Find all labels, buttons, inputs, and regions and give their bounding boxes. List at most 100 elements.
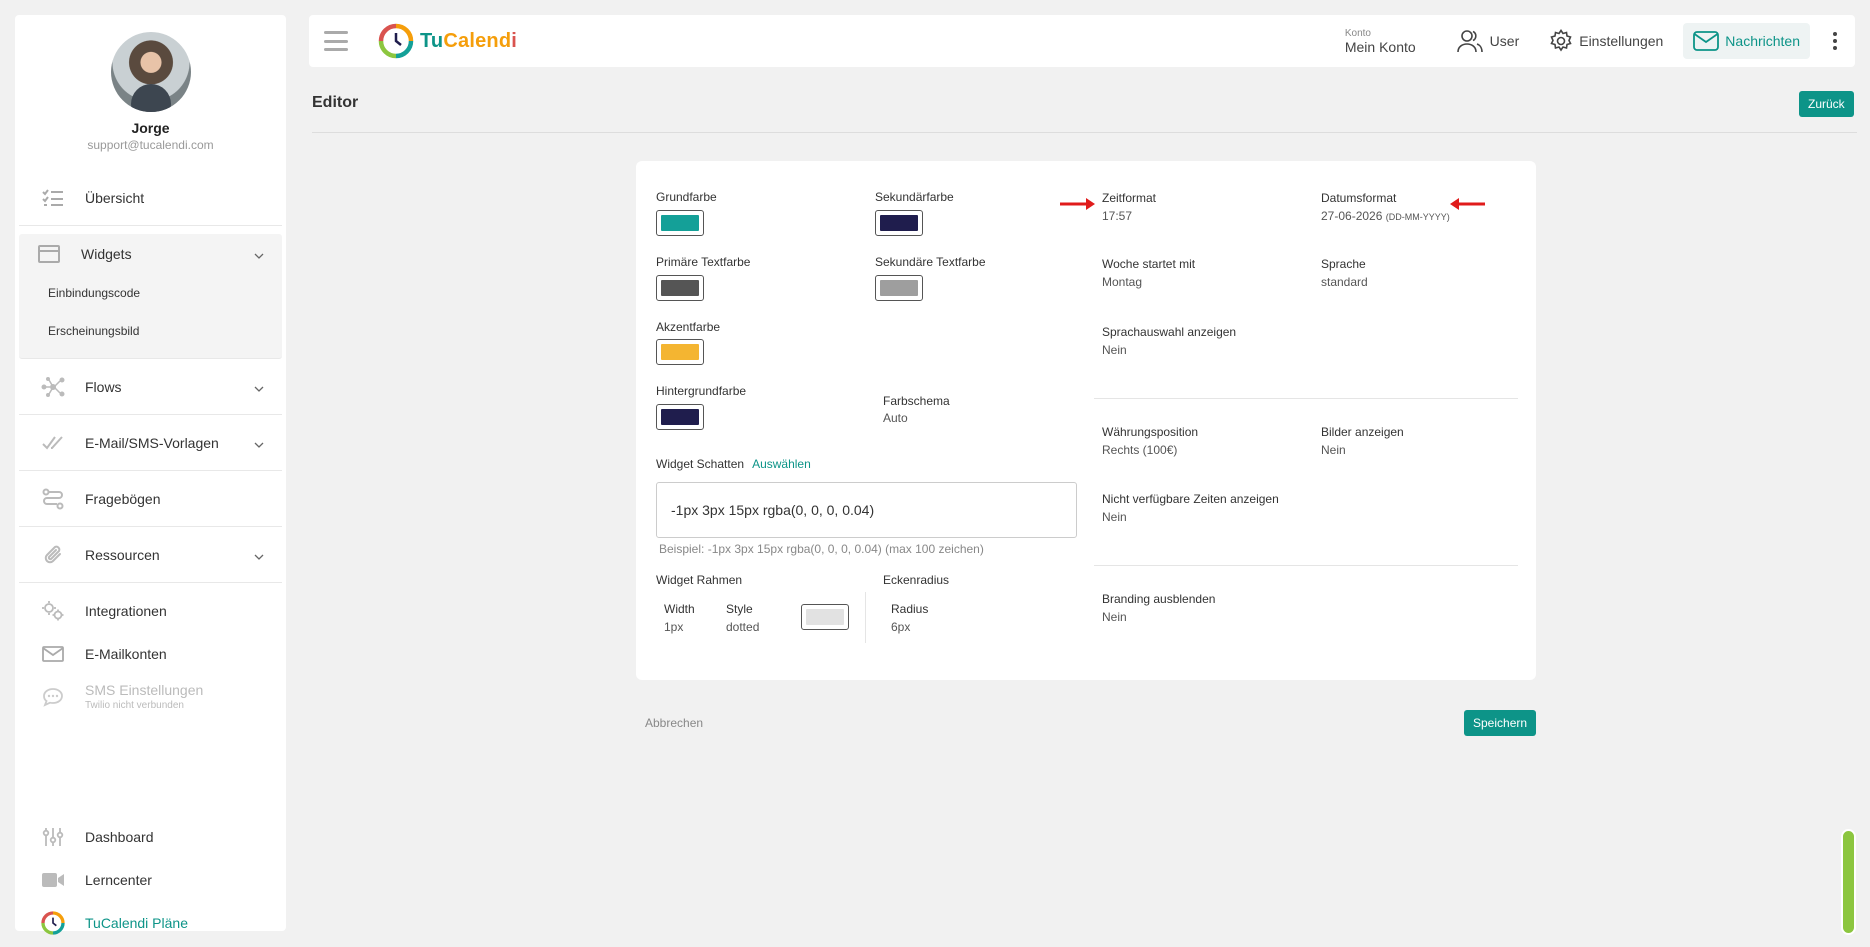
sidebar-item-uebersicht[interactable]: Übersicht <box>19 170 282 226</box>
eckenradius-label: Eckenradius <box>883 573 950 587</box>
primaere-textfarbe-swatch[interactable] <box>656 275 704 301</box>
sidebar: Jorge support@tucalendi.com Übersicht Wi… <box>15 15 286 935</box>
datumsformat-value[interactable]: 27-06-2026 (DD-MM-YYYY) <box>1321 209 1450 223</box>
sliders-icon <box>41 825 65 849</box>
chevron-down-icon <box>254 547 264 563</box>
editor-card: Grundfarbe Sekundärfarbe Primäre Textfar… <box>636 161 1536 680</box>
woche-value[interactable]: Montag <box>1102 275 1142 289</box>
rahmen-style-value[interactable]: dotted <box>726 620 759 634</box>
list-check-icon <box>41 186 65 210</box>
sekundaere-textfarbe-label: Sekundäre Textfarbe <box>875 255 986 269</box>
sidebar-item-dashboard[interactable]: Dashboard <box>19 815 282 858</box>
messages-button-label: Nachrichten <box>1725 33 1800 49</box>
logo-text: TuCalendi <box>420 29 518 52</box>
nicht-verfuegbar-value[interactable]: Nein <box>1102 510 1127 524</box>
topbar: TuCalendi Konto Mein Konto User Einstell… <box>309 15 1855 67</box>
sidebar-item-sms-einstellungen[interactable]: SMS Einstellungen Twilio nicht verbunden <box>19 675 282 718</box>
messages-button[interactable]: Nachrichten <box>1683 23 1810 59</box>
chat-bubble-icon <box>41 685 65 709</box>
rahmen-width-label: Width <box>664 602 695 616</box>
sidebar-subitem-erscheinungsbild[interactable]: Erscheinungsbild <box>19 312 282 350</box>
sekundaerfarbe-swatch[interactable] <box>875 210 923 236</box>
cancel-button[interactable]: Abbrechen <box>645 716 703 730</box>
widget-schatten-hint: Beispiel: -1px 3px 15px rgba(0, 0, 0, 0.… <box>659 542 984 556</box>
hintergrundfarbe-label: Hintergrundfarbe <box>656 384 747 398</box>
auswaehlen-link[interactable]: Auswählen <box>752 457 811 471</box>
sidebar-item-emailkonten[interactable]: E-Mailkonten <box>19 632 282 675</box>
sidebar-item-lerncenter[interactable]: Lerncenter <box>19 858 282 901</box>
bilder-label: Bilder anzeigen <box>1321 425 1404 439</box>
account-label: Konto <box>1344 27 1371 39</box>
sprachauswahl-value[interactable]: Nein <box>1102 343 1127 357</box>
sidebar-item-frageboegen[interactable]: Fragebögen <box>19 471 282 527</box>
sekundaere-textfarbe-swatch[interactable] <box>875 275 923 301</box>
radius-label: Radius <box>891 602 929 616</box>
sprache-label: Sprache <box>1321 257 1366 271</box>
profile-email: support@tucalendi.com <box>87 138 214 152</box>
paperclip-icon <box>41 543 65 567</box>
datumsformat-pattern: (DD-MM-YYYY) <box>1385 212 1450 222</box>
sprachauswahl-label: Sprachauswahl anzeigen <box>1102 325 1237 339</box>
branding-value[interactable]: Nein <box>1102 610 1127 624</box>
chevron-down-icon <box>254 246 264 262</box>
sidebar-item-label: Ressourcen <box>85 546 160 563</box>
farbschema-value[interactable]: Auto <box>883 411 908 425</box>
envelope-icon <box>41 642 65 666</box>
hamburger-menu-icon[interactable] <box>324 31 348 51</box>
akzentfarbe-swatch[interactable] <box>656 339 704 365</box>
account-name: Mein Konto <box>1344 38 1416 55</box>
page-title: Editor <box>312 94 359 111</box>
scroll-indicator[interactable] <box>1841 829 1856 935</box>
farbschema-label: Farbschema <box>883 394 950 408</box>
gears-icon <box>41 599 65 623</box>
settings-button[interactable]: Einstellungen <box>1539 23 1673 59</box>
widget-schatten-input[interactable] <box>656 482 1077 538</box>
more-vertical-icon[interactable] <box>1820 32 1850 50</box>
save-button[interactable]: Speichern <box>1464 710 1537 736</box>
sidebar-item-label: TuCalendi Pläne <box>85 914 188 931</box>
sidebar-item-label: SMS Einstellungen <box>85 682 204 698</box>
zeitformat-value[interactable]: 17:57 <box>1102 209 1132 223</box>
waehrungsposition-value[interactable]: Rechts (100€) <box>1102 443 1177 457</box>
rahmen-width-value[interactable]: 1px <box>664 620 683 634</box>
tucalendi-logo-icon <box>378 23 414 59</box>
sidebar-item-ressourcen[interactable]: Ressourcen <box>19 527 282 583</box>
section-divider <box>1094 398 1518 399</box>
bilder-value[interactable]: Nein <box>1321 443 1346 457</box>
nicht-verfuegbar-label: Nicht verfügbare Zeiten anzeigen <box>1102 492 1279 506</box>
datumsformat-date: 27-06-2026 <box>1321 209 1383 223</box>
user-button[interactable]: User <box>1446 23 1530 59</box>
sidebar-item-label: Übersicht <box>85 189 145 206</box>
datumsformat-label: Datumsformat <box>1321 191 1397 205</box>
sidebar-item-email-sms[interactable]: E-Mail/SMS-Vorlagen <box>19 415 282 471</box>
primaere-textfarbe-label: Primäre Textfarbe <box>656 255 751 269</box>
sprache-value[interactable]: standard <box>1321 275 1368 289</box>
sidebar-item-flows[interactable]: Flows <box>19 359 282 415</box>
gear-icon <box>1550 29 1572 52</box>
sidebar-item-label: Widgets <box>81 246 132 262</box>
flow-nodes-icon <box>41 375 65 399</box>
sidebar-item-label: Integrationen <box>85 602 167 619</box>
header-divider <box>312 132 1857 133</box>
grundfarbe-swatch[interactable] <box>656 210 704 236</box>
avatar[interactable] <box>110 32 191 112</box>
tucalendi-logo-icon <box>41 910 65 935</box>
woche-label: Woche startet mit <box>1102 257 1196 271</box>
widget-rahmen-label: Widget Rahmen <box>656 573 743 587</box>
sidebar-item-widgets[interactable]: Widgets <box>19 234 282 274</box>
sidebar-item-plaene[interactable]: TuCalendi Pläne <box>19 901 282 944</box>
arrow-left-icon <box>1450 198 1485 210</box>
radius-value[interactable]: 6px <box>891 620 910 634</box>
sidebar-item-label: Lerncenter <box>85 871 152 888</box>
rahmen-color-swatch[interactable] <box>801 604 849 630</box>
sidebar-subitem-einbindungscode[interactable]: Einbindungscode <box>19 274 282 312</box>
section-divider <box>1094 565 1518 566</box>
hintergrundfarbe-swatch[interactable] <box>656 404 704 430</box>
browser-window-icon <box>37 242 61 266</box>
sidebar-item-label: Flows <box>85 378 122 395</box>
back-button[interactable]: Zurück <box>1799 91 1854 117</box>
account-menu[interactable]: Konto Mein Konto <box>1345 28 1416 55</box>
sidebar-item-label: Dashboard <box>85 828 154 845</box>
sidebar-item-integrationen[interactable]: Integrationen <box>19 589 282 632</box>
app-logo[interactable]: TuCalendi <box>378 23 517 59</box>
